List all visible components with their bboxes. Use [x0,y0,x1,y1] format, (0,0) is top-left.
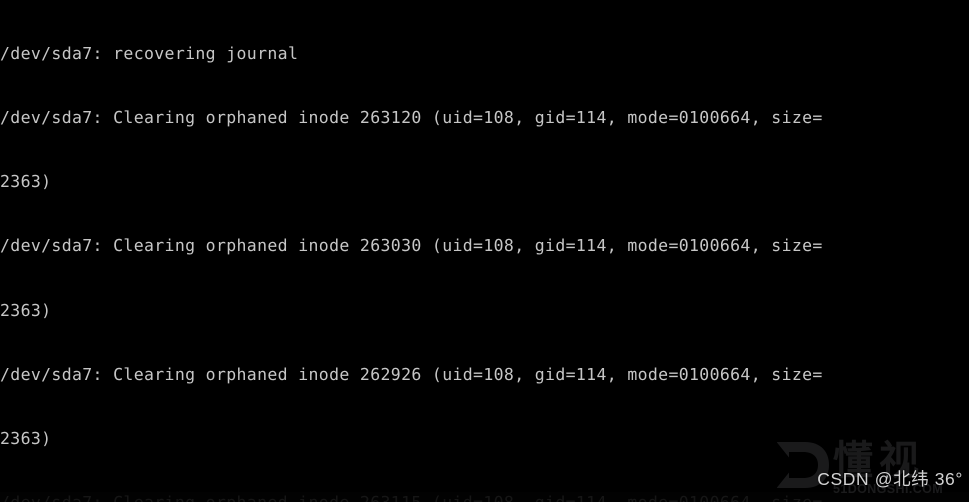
console-line: /dev/sda7: recovering journal [0,43,299,63]
console-line: /dev/sda7: Clearing orphaned inode 26303… [0,236,823,256]
csdn-watermark-text: CSDN @北纬 36° [817,469,963,489]
linux-console-screen: /dev/sda7: recovering journal /dev/sda7:… [0,0,969,502]
console-line: /dev/sda7: Clearing orphaned inode 26292… [0,364,823,384]
console-line: 2363) [0,300,52,320]
console-line: /dev/sda7: Clearing orphaned inode 26312… [0,108,823,128]
terminal-output[interactable]: /dev/sda7: recovering journal /dev/sda7:… [0,0,969,502]
console-line: 2363) [0,172,52,192]
watermark-overlay: 懂视 51DONGSHI.COM CSDN @北纬 36° [739,438,969,502]
